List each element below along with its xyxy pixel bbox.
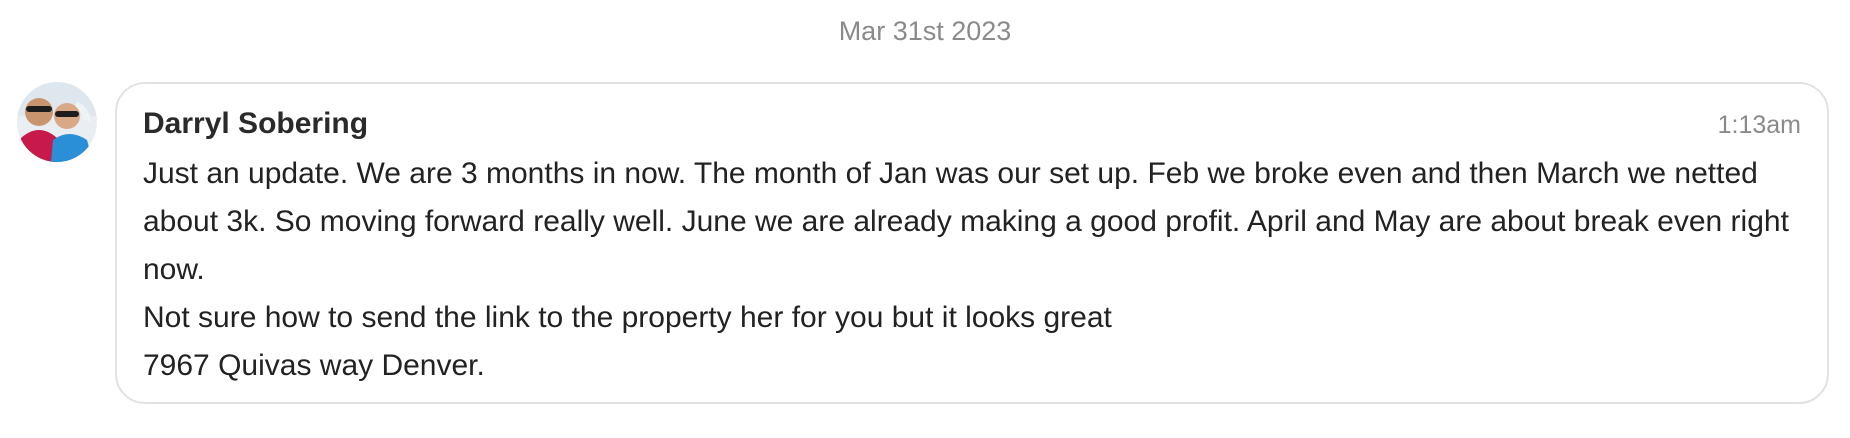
message-paragraph: 7967 Quivas way Denver. [143,349,485,382]
user-avatar-photo-icon [17,82,97,162]
message-paragraph: Not sure how to send the link to the pro… [143,301,1112,334]
message-body: Just an update. We are 3 months in now. … [143,150,1793,390]
chat-view: Mar 31st 2023 Darryl Sobering 1:13am Jus… [0,0,1850,438]
message-author[interactable]: Darryl Sobering [143,104,368,144]
message-bubble[interactable]: Darryl Sobering 1:13am Just an update. W… [115,82,1829,404]
message-timestamp: 1:13am [1717,111,1801,139]
date-separator: Mar 31st 2023 [838,16,1012,46]
avatar[interactable] [17,82,97,162]
message-paragraph: Just an update. We are 3 months in now. … [143,157,1789,286]
